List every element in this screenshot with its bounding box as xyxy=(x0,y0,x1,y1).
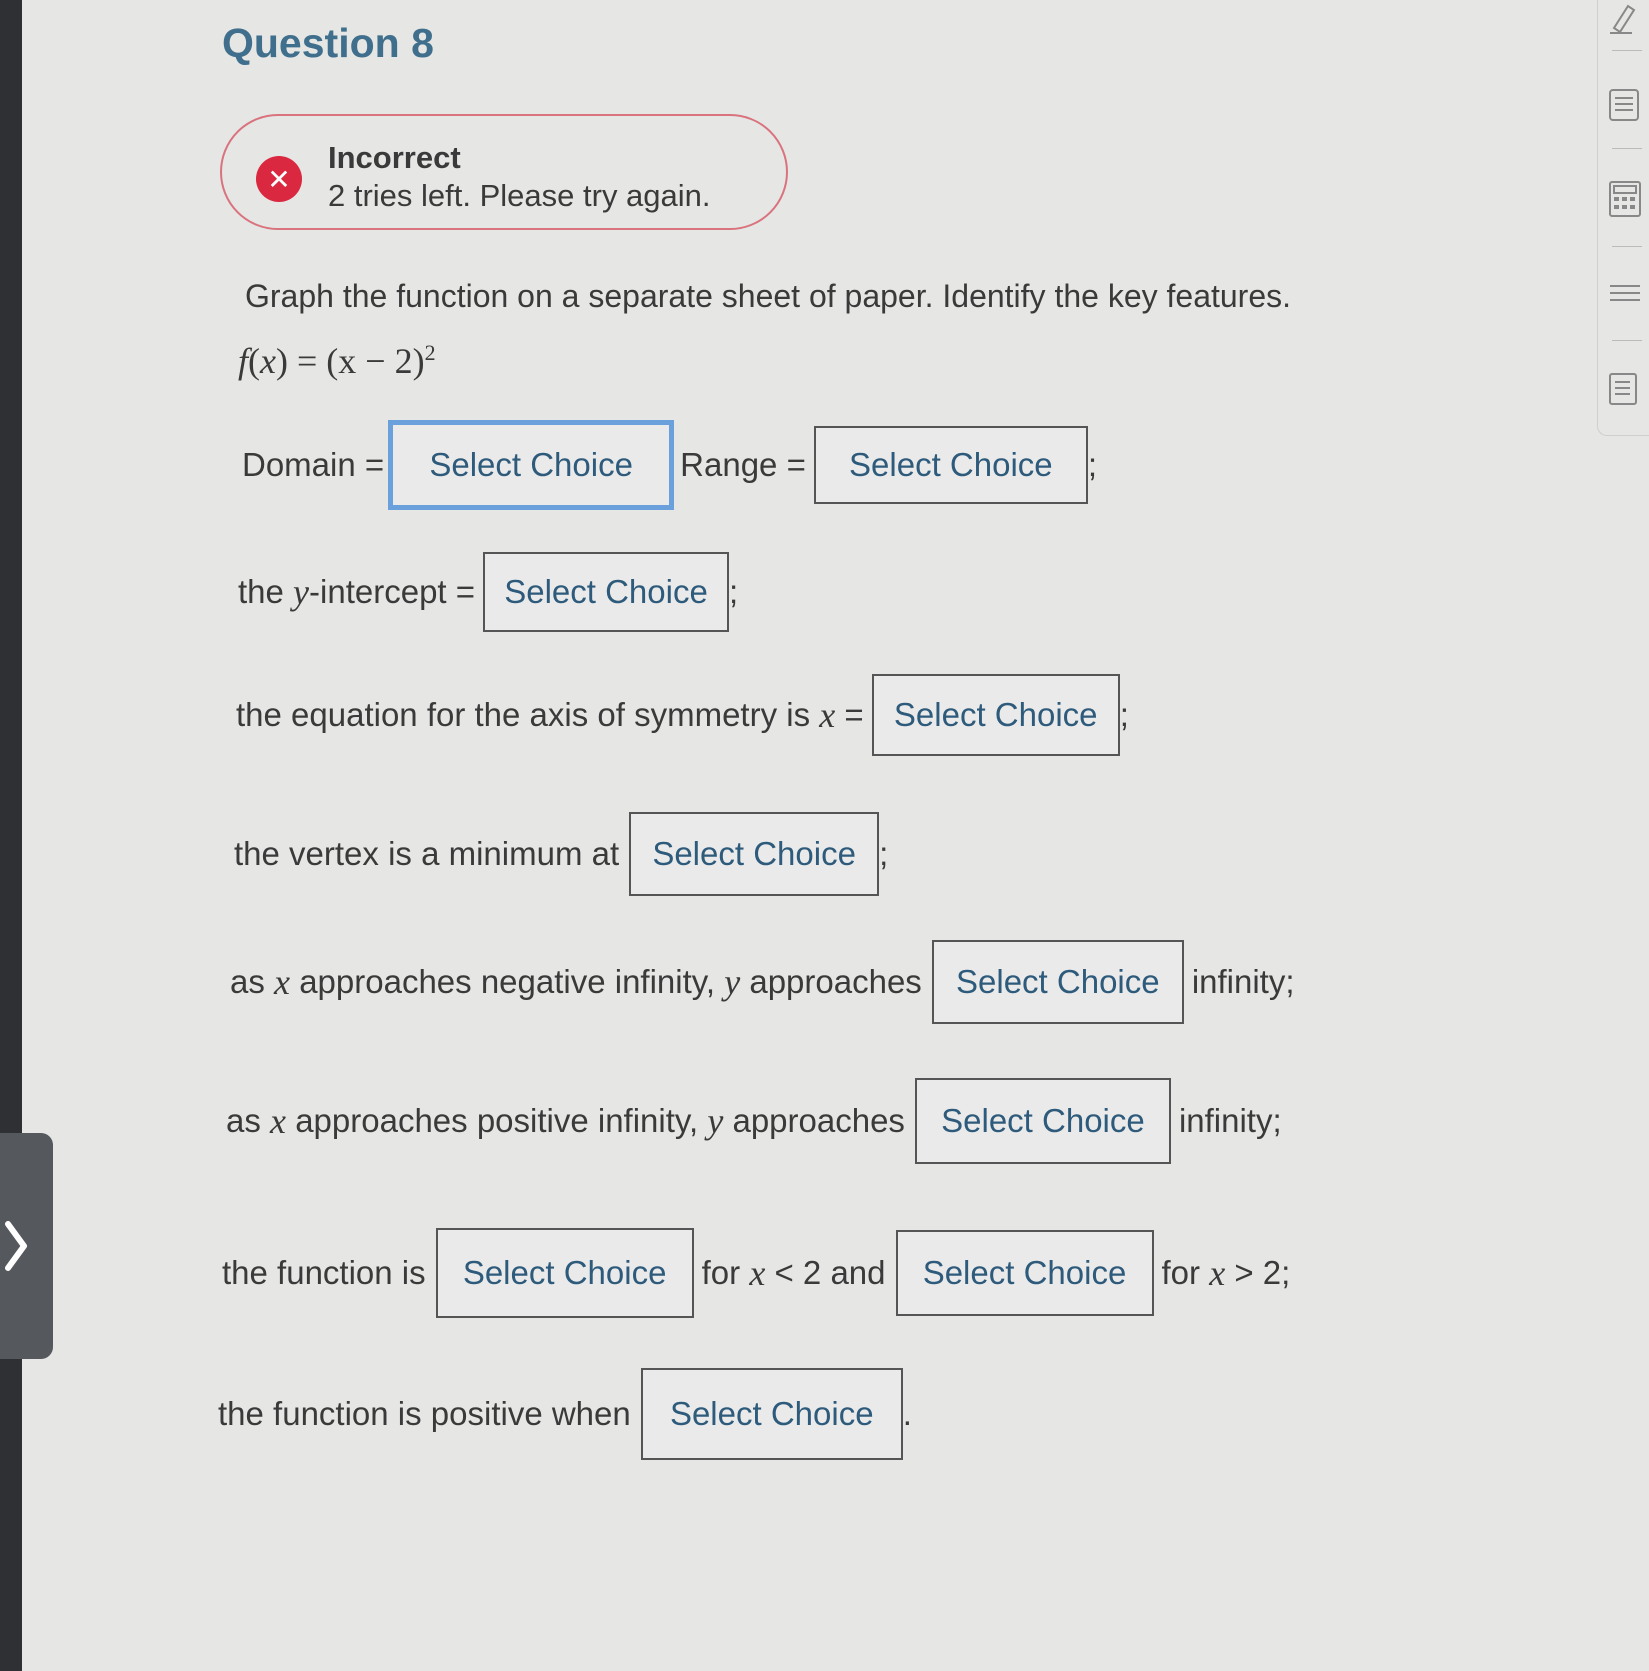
pos-inf-select[interactable]: Select Choice xyxy=(914,1078,1171,1164)
left-edge xyxy=(0,0,22,1671)
monotonic-mid-pre: for xyxy=(701,1254,741,1291)
neg-inf-pre: as xyxy=(230,963,265,1000)
positive-row: the function is positive when Select Cho… xyxy=(218,1368,912,1460)
reference-icon[interactable] xyxy=(1608,372,1642,411)
vertex-select[interactable]: Select Choice xyxy=(629,812,880,896)
y-intercept-suffix: ; xyxy=(729,573,739,610)
pos-inf-var-x: x xyxy=(270,1101,287,1141)
y-intercept-row: the y -intercept = Select Choice ; xyxy=(238,552,738,632)
right-toolbar xyxy=(1597,0,1649,436)
neg-inf-row: as x approaches negative infinity, y app… xyxy=(230,940,1295,1024)
vertex-label: the vertex is a minimum at xyxy=(234,835,620,872)
formula-var: x xyxy=(260,341,276,381)
expand-panel-tab[interactable] xyxy=(0,1133,53,1359)
positive-suffix: . xyxy=(902,1395,912,1432)
positive-select[interactable]: Select Choice xyxy=(640,1368,903,1460)
vertex-row: the vertex is a minimum at Select Choice… xyxy=(234,812,888,896)
close-icon: ✕ xyxy=(256,156,302,202)
range-label: Range = xyxy=(680,446,806,483)
pos-inf-mid: approaches positive infinity, xyxy=(295,1102,699,1139)
neg-inf-mid: approaches negative infinity, xyxy=(299,963,716,1000)
neg-inf-select[interactable]: Select Choice xyxy=(931,940,1184,1024)
feedback-alert: ✕ Incorrect 2 tries left. Please try aga… xyxy=(220,114,788,230)
formula-lhs: f xyxy=(238,341,249,381)
axis-select[interactable]: Select Choice xyxy=(871,674,1120,756)
monotonic-select-1[interactable]: Select Choice xyxy=(435,1228,694,1318)
y-intercept-label: -intercept = xyxy=(309,573,476,610)
neg-inf-suffix: infinity; xyxy=(1191,963,1295,1000)
monotonic-label: the function is xyxy=(222,1254,426,1291)
range-suffix: ; xyxy=(1087,446,1098,483)
axis-eq: = xyxy=(844,696,864,733)
formula-exponent: 2 xyxy=(424,340,436,365)
range-select[interactable]: Select Choice xyxy=(813,426,1088,504)
domain-range-row: Domain = Select Choice Range = Select Ch… xyxy=(242,420,1097,510)
domain-label: Domain = xyxy=(242,446,385,483)
monotonic-mid-cond: < 2 xyxy=(774,1254,822,1291)
monotonic-mid-and: and xyxy=(830,1254,886,1291)
feedback-status: Incorrect xyxy=(328,140,461,175)
calculator-icon[interactable] xyxy=(1608,180,1642,223)
pos-inf-post: approaches xyxy=(732,1102,905,1139)
pos-inf-row: as x approaches positive infinity, y app… xyxy=(226,1078,1282,1164)
domain-select[interactable]: Select Choice xyxy=(388,420,675,510)
vertex-suffix: ; xyxy=(879,835,889,872)
monotonic-mid-var: x xyxy=(749,1253,766,1293)
y-intercept-select[interactable]: Select Choice xyxy=(483,552,730,632)
axis-var: x xyxy=(819,695,836,735)
list-icon[interactable] xyxy=(1608,278,1642,313)
pencil-icon[interactable] xyxy=(1608,2,1638,39)
monotonic-end-pre: for xyxy=(1161,1254,1201,1291)
monotonic-select-2[interactable]: Select Choice xyxy=(895,1230,1154,1316)
question-title: Question 8 xyxy=(222,20,434,66)
monotonic-end-cond: > 2; xyxy=(1234,1254,1291,1291)
axis-label: the equation for the axis of symmetry is xyxy=(236,696,811,733)
neg-inf-post: approaches xyxy=(749,963,922,1000)
monotonic-end-var: x xyxy=(1209,1253,1226,1293)
pos-inf-suffix: infinity; xyxy=(1178,1102,1282,1139)
pos-inf-pre: as xyxy=(226,1102,261,1139)
monotonic-row: the function is Select Choice for x < 2 … xyxy=(222,1228,1290,1318)
feedback-message: 2 tries left. Please try again. xyxy=(328,178,711,213)
formula-rhs: = (x − 2) xyxy=(297,341,425,381)
y-intercept-var: y xyxy=(293,572,310,612)
positive-label: the function is positive when xyxy=(218,1395,631,1432)
y-intercept-pre: the xyxy=(238,573,284,610)
axis-row: the equation for the axis of symmetry is… xyxy=(236,674,1129,756)
function-formula: f(x) = (x − 2)2 xyxy=(238,340,436,381)
axis-suffix: ; xyxy=(1119,696,1129,733)
question-prompt: Graph the function on a separate sheet o… xyxy=(245,278,1292,314)
chevron-right-icon xyxy=(5,1221,27,1271)
notes-icon[interactable] xyxy=(1608,88,1640,127)
neg-inf-var-y: y xyxy=(724,962,741,1002)
pos-inf-var-y: y xyxy=(707,1101,724,1141)
neg-inf-var-x: x xyxy=(274,962,291,1002)
